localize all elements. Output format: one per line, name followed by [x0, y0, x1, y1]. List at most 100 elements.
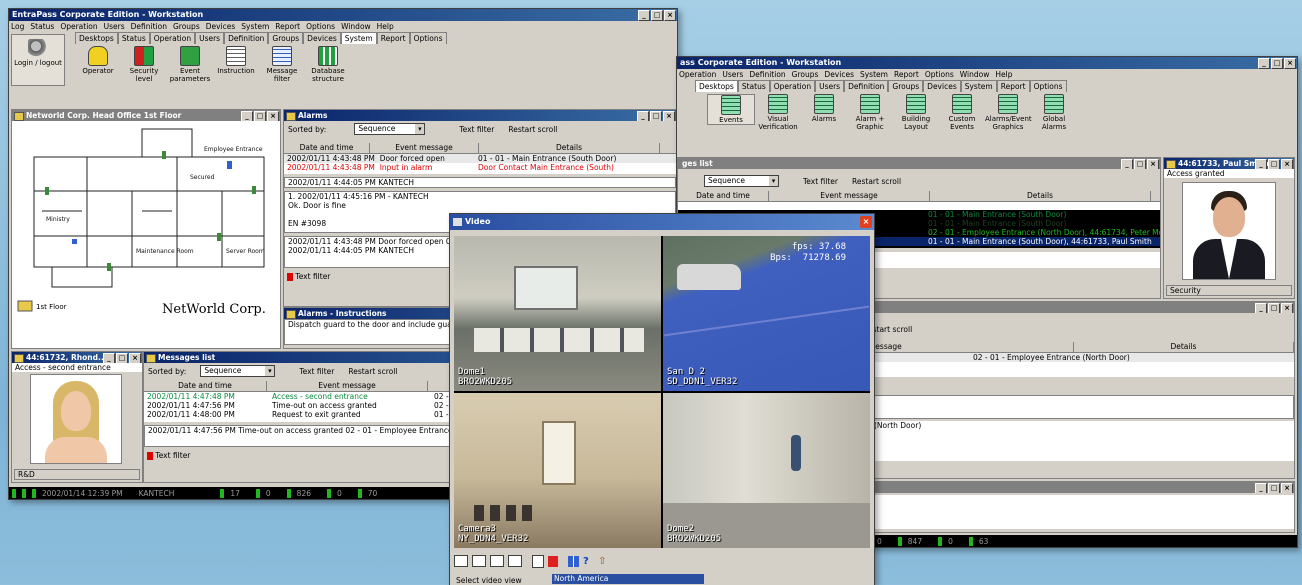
tab-users[interactable]: Users — [195, 32, 225, 44]
tab-system[interactable]: System — [340, 32, 377, 44]
camera-tile[interactable]: fps: 37.68 Bps: 71278.69 San D 2 SD_DDN1_… — [663, 236, 870, 391]
menu-groups[interactable]: Groups — [173, 22, 200, 31]
menu-users[interactable]: Users — [722, 70, 743, 79]
minimize-icon[interactable]: _ — [1255, 159, 1267, 169]
record-icon[interactable] — [548, 555, 558, 567]
menu-system[interactable]: System — [860, 70, 888, 79]
menu-report[interactable]: Report — [275, 22, 300, 31]
tab-definition[interactable]: Definition — [844, 80, 889, 92]
sort-combo[interactable]: Sequence — [354, 123, 426, 135]
tab-users[interactable]: Users — [815, 80, 845, 92]
menu-help[interactable]: Help — [377, 22, 394, 31]
menu-options[interactable]: Options — [306, 22, 335, 31]
alarms-event-graphics-button[interactable]: Alarms/Event Graphics — [985, 94, 1032, 131]
layout-9-icon[interactable] — [490, 555, 504, 567]
event-parameters-button[interactable]: Event parameters — [167, 46, 213, 83]
camera-tile[interactable]: Dome2 BRO2WKD205 — [663, 393, 870, 548]
camera-tile[interactable]: Dome1 BRO2WKD205 — [454, 236, 661, 391]
menu-window[interactable]: Window — [960, 70, 990, 79]
maximize-icon[interactable]: □ — [1268, 303, 1280, 313]
second-window-titlebar[interactable]: ass Corporate Edition - Workstation _ □ × — [677, 57, 1297, 69]
tab-operation[interactable]: Operation — [769, 80, 816, 92]
menu-groups[interactable]: Groups — [792, 70, 819, 79]
tab-devices[interactable]: Devices — [303, 32, 341, 44]
building-layout-button[interactable]: Building Layout — [893, 94, 939, 131]
floor-label[interactable]: 1st Floor — [36, 303, 67, 311]
message-filter-button[interactable]: Message filter — [259, 46, 305, 83]
login-button[interactable]: Login / logout — [11, 34, 65, 86]
tab-groups[interactable]: Groups — [888, 80, 924, 92]
maximize-icon[interactable]: □ — [1271, 58, 1283, 69]
tab-desktops[interactable]: Desktops — [75, 32, 118, 44]
floorplan-map[interactable]: Employee Entrance Secured Ministry Maint… — [12, 121, 278, 347]
maximize-icon[interactable]: □ — [1268, 159, 1280, 169]
col-event[interactable]: Event message — [370, 143, 479, 153]
minimize-icon[interactable]: _ — [1255, 303, 1267, 313]
database-structure-button[interactable]: Database structure — [305, 46, 351, 83]
tab-options[interactable]: Options — [409, 32, 447, 44]
camera-tile[interactable]: Camera3 NY_DDN4_VER32 — [454, 393, 661, 548]
menu-definition[interactable]: Definition — [749, 70, 785, 79]
menu-users[interactable]: Users — [104, 22, 125, 31]
layout-1-icon[interactable] — [454, 555, 468, 567]
maximize-icon[interactable]: □ — [254, 111, 266, 121]
events-button[interactable]: Events — [707, 94, 755, 125]
tab-definition[interactable]: Definition — [224, 32, 269, 44]
menu-window[interactable]: Window — [341, 22, 371, 31]
restart-scroll-button[interactable]: Restart scroll — [508, 125, 557, 134]
help-icon[interactable]: ? — [583, 556, 594, 567]
close-icon[interactable]: × — [1281, 159, 1293, 169]
tab-status[interactable]: Status — [117, 32, 150, 44]
main-window-titlebar[interactable]: EntraPass Corporate Edition - Workstatio… — [9, 9, 677, 21]
text-filter-button[interactable]: Text filter — [803, 177, 838, 186]
minimize-icon[interactable]: _ — [1121, 159, 1133, 169]
alarms-button[interactable]: Alarms — [801, 94, 847, 123]
visual-verification-button[interactable]: Visual Verification — [755, 94, 801, 131]
restart-scroll-button[interactable]: Restart scroll — [348, 367, 397, 376]
minimize-icon[interactable]: _ — [103, 353, 115, 363]
close-icon[interactable]: × — [1147, 159, 1159, 169]
minimize-icon[interactable]: _ — [1258, 58, 1270, 69]
maximize-icon[interactable]: □ — [651, 10, 663, 21]
maximize-icon[interactable]: □ — [116, 353, 128, 363]
menu-devices[interactable]: Devices — [824, 70, 854, 79]
close-icon[interactable]: × — [663, 111, 675, 121]
security-level-button[interactable]: Security level — [121, 46, 167, 83]
maximize-icon[interactable]: □ — [1268, 483, 1280, 493]
operator-button[interactable]: Operator — [75, 46, 121, 75]
menu-status[interactable]: Status — [30, 22, 54, 31]
tab-report[interactable]: Report — [996, 80, 1030, 92]
close-icon[interactable]: × — [1284, 58, 1296, 69]
tab-status[interactable]: Status — [737, 80, 770, 92]
tab-report[interactable]: Report — [376, 32, 410, 44]
menu-system[interactable]: System — [241, 22, 269, 31]
close-icon[interactable]: × — [129, 353, 141, 363]
minimize-icon[interactable]: _ — [638, 10, 650, 21]
text-filter-button[interactable]: Text filter — [299, 367, 334, 376]
tab-system[interactable]: System — [960, 80, 997, 92]
col-details[interactable]: Details — [930, 191, 1151, 201]
layout-16-icon[interactable] — [508, 555, 522, 567]
menu-operation[interactable]: Operation — [679, 70, 716, 79]
text-filter-button[interactable]: Text filter — [459, 125, 494, 134]
col-date[interactable]: Date and time — [144, 381, 267, 391]
tab-groups[interactable]: Groups — [268, 32, 304, 44]
custom-events-button[interactable]: Custom Events — [939, 94, 985, 131]
close-icon[interactable]: × — [267, 111, 279, 121]
new-view-icon[interactable] — [532, 554, 544, 568]
alarm-row[interactable]: 2002/01/11 4:43:48 PM Input in alarm Door… — [284, 163, 676, 172]
close-icon[interactable]: × — [1281, 483, 1293, 493]
close-icon[interactable]: × — [664, 10, 676, 21]
col-details[interactable]: Details — [479, 143, 660, 153]
close-icon[interactable]: × — [860, 216, 872, 228]
tab-devices[interactable]: Devices — [923, 80, 961, 92]
alarm-graphic-button[interactable]: Alarm + Graphic — [847, 94, 893, 131]
sort-combo[interactable]: Sequence — [704, 175, 779, 187]
tab-operation[interactable]: Operation — [149, 32, 196, 44]
restart-scroll-button[interactable]: Restart scroll — [852, 177, 901, 186]
exit-icon[interactable]: ⇧ — [598, 556, 609, 567]
col-date[interactable]: Date and time — [678, 191, 769, 201]
menu-devices[interactable]: Devices — [206, 22, 236, 31]
layout-4-icon[interactable] — [472, 555, 486, 567]
menu-definition[interactable]: Definition — [131, 22, 167, 31]
